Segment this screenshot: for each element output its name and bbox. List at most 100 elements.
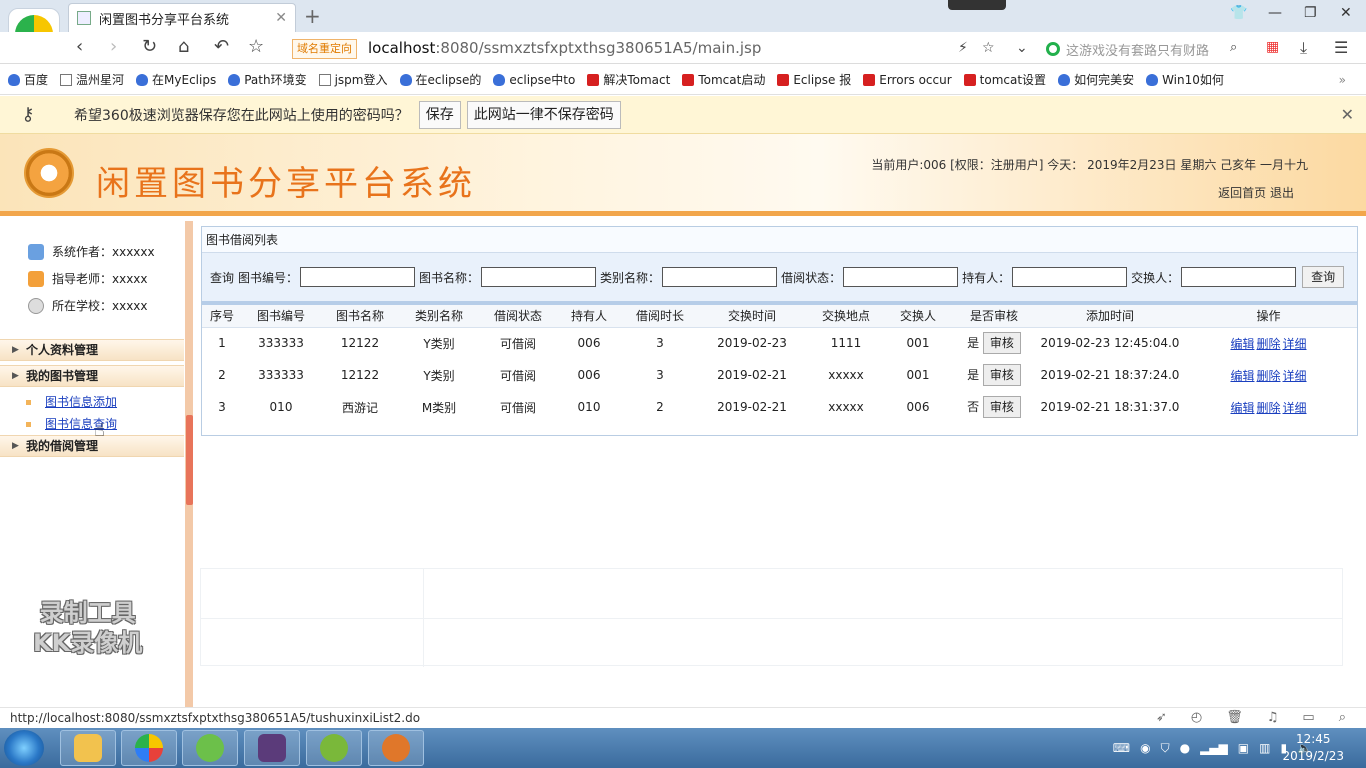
new-tab-icon[interactable]: +: [304, 4, 321, 28]
bookmark-item[interactable]: jspm登入: [318, 71, 388, 88]
start-button[interactable]: [4, 730, 44, 766]
browser-tab[interactable]: 闲置图书分享平台系统 ✕: [68, 3, 296, 32]
network-icon[interactable]: ▥: [1259, 741, 1270, 755]
save-password-button[interactable]: 保存: [418, 100, 461, 129]
rocket-icon[interactable]: ➶: [1156, 708, 1167, 728]
refresh-icon[interactable]: ↻: [142, 36, 157, 57]
download-icon[interactable]: ⤓: [1300, 38, 1307, 58]
bookmark-label: tomcat设置: [979, 73, 1047, 87]
taskbar-clock[interactable]: 12:45 2019/2/23: [1282, 731, 1344, 765]
detail-link[interactable]: 详细: [1283, 369, 1307, 383]
zoom-icon[interactable]: ⌕: [1339, 708, 1346, 728]
app-header: 闲置图书分享平台系统 当前用户:006 [权限：注册用户] 今天： 2019年2…: [0, 134, 1366, 216]
history-icon[interactable]: ◴: [1191, 708, 1202, 728]
back-icon[interactable]: ‹: [76, 36, 83, 57]
url-field[interactable]: localhost:8080/ssmxztsfxptxthsg380651A5/…: [368, 39, 761, 57]
book-name-input[interactable]: [481, 267, 597, 287]
signal-icon[interactable]: ▂▄▆: [1200, 741, 1228, 755]
audit-button[interactable]: 审核: [982, 396, 1021, 418]
home-link[interactable]: 返回首页: [1218, 186, 1266, 200]
lightning-icon[interactable]: ⚡: [958, 40, 968, 56]
sidebar-section-profile[interactable]: ▶ 个人资料管理: [0, 339, 184, 361]
taskbar-app-browser[interactable]: [121, 730, 177, 766]
search-input[interactable]: 这游戏没有套路只有财路: [1046, 38, 1246, 60]
apps-icon[interactable]: ▦: [1266, 39, 1279, 55]
borrow-status-input[interactable]: [843, 267, 959, 287]
link-label: 图书信息添加: [45, 395, 118, 409]
cell-added-time: 2019-02-21 18:37:24.0: [1040, 368, 1180, 382]
bookmark-item[interactable]: Eclipse 报: [777, 71, 851, 88]
undo-icon[interactable]: ↶: [214, 36, 229, 57]
sidebar-section-borrow[interactable]: ▶ 我的借阅管理: [0, 435, 184, 457]
taskbar-app-explorer[interactable]: [60, 730, 116, 766]
forward-icon[interactable]: ›: [110, 36, 117, 57]
redirect-badge[interactable]: 域名重定向: [292, 39, 357, 59]
bookmark-item[interactable]: Win10如何: [1146, 71, 1224, 88]
bookmark-item[interactable]: Errors occur: [863, 73, 952, 87]
teacher-info: 指导老师：xxxxx: [28, 270, 148, 287]
more-bookmarks-icon[interactable]: »: [1339, 73, 1346, 87]
never-save-button[interactable]: 此网站一律不保存密码: [466, 100, 621, 129]
delete-link[interactable]: 删除: [1256, 401, 1280, 415]
dropdown-icon[interactable]: ⌄: [1016, 40, 1028, 56]
edit-link[interactable]: 编辑: [1230, 369, 1254, 383]
home-icon[interactable]: ⌂: [178, 36, 189, 57]
shield-icon[interactable]: ⛉: [1161, 741, 1170, 756]
audit-button[interactable]: 审核: [982, 364, 1021, 386]
bookmark-item[interactable]: tomcat设置: [963, 71, 1047, 88]
close-window-icon[interactable]: ✕: [1340, 5, 1352, 21]
bookmark-item[interactable]: Tomcat启动: [682, 71, 765, 88]
taskbar-app-360[interactable]: [182, 730, 238, 766]
trash-icon[interactable]: 🗑: [1226, 708, 1243, 728]
search-placeholder: 这游戏没有套路只有财路: [1066, 43, 1210, 59]
skin-icon[interactable]: 👕: [1230, 5, 1247, 21]
bookmark-item[interactable]: 如何完美安: [1058, 71, 1134, 88]
bookmark-label: Win10如何: [1162, 73, 1224, 87]
keyboard-icon[interactable]: ⌨: [1113, 741, 1130, 755]
book-id-input[interactable]: [300, 267, 416, 287]
taskbar-app-javaee[interactable]: [244, 730, 300, 766]
taskbar-app-recorder[interactable]: [368, 730, 424, 766]
browser-tabbar: 闲置图书分享平台系统 ✕ + 👕 — ❐ ✕: [0, 0, 1366, 32]
bookmark-item[interactable]: Path环境变: [228, 71, 307, 88]
close-icon[interactable]: ✕: [1341, 105, 1354, 124]
window-icon[interactable]: ▭: [1302, 708, 1314, 728]
delete-link[interactable]: 删除: [1256, 337, 1280, 351]
category-input[interactable]: [662, 267, 778, 287]
bookmark-item[interactable]: 温州星河: [60, 71, 124, 88]
query-button[interactable]: 查询: [1302, 266, 1345, 288]
search-icon[interactable]: ⌕: [1230, 40, 1237, 55]
exchanger-input[interactable]: [1181, 267, 1297, 287]
sidebar-toggle-handle[interactable]: [186, 415, 193, 505]
bookmark-item[interactable]: 解决Tomact: [587, 71, 670, 88]
close-tab-icon[interactable]: ✕: [275, 10, 287, 26]
bookmark-star-icon[interactable]: ☆: [982, 40, 995, 56]
sidebar-section-books[interactable]: ▶ 我的图书管理: [0, 365, 184, 387]
bookmark-item[interactable]: 百度: [8, 71, 48, 88]
cell-book-id: 333333: [258, 336, 304, 351]
logout-link[interactable]: 退出: [1270, 186, 1294, 200]
menu-icon[interactable]: ☰: [1334, 38, 1348, 57]
bookmark-item[interactable]: 在eclipse的: [399, 71, 481, 88]
sidebar-link-book-add[interactable]: 图书信息添加: [26, 393, 117, 410]
detail-link[interactable]: 详细: [1283, 401, 1307, 415]
edit-link[interactable]: 编辑: [1230, 401, 1254, 415]
bookmark-item[interactable]: eclipse中to: [493, 71, 575, 88]
cell-status: 可借阅: [499, 368, 536, 383]
detail-link[interactable]: 详细: [1283, 337, 1307, 351]
audit-button[interactable]: 审核: [982, 332, 1021, 355]
taskbar-app-dreamweaver[interactable]: [306, 730, 362, 766]
security-icon[interactable]: ●: [1180, 741, 1190, 755]
bookmark-item[interactable]: 在MyEclips: [136, 71, 216, 88]
gpu-icon[interactable]: ▣: [1238, 741, 1249, 755]
restore-icon[interactable]: ❐: [1304, 5, 1317, 21]
bookmark-label: eclipse中to: [509, 73, 576, 87]
antivirus-icon[interactable]: ◉: [1140, 741, 1150, 755]
delete-link[interactable]: 删除: [1256, 369, 1280, 383]
edit-link[interactable]: 编辑: [1230, 337, 1254, 351]
minimize-icon[interactable]: —: [1268, 5, 1282, 21]
volume-icon[interactable]: ♫: [1267, 708, 1279, 728]
bookmarks-bar: 百度 温州星河 在MyEclips Path环境变 jspm登入 在eclips…: [0, 65, 1366, 95]
favorite-star-icon[interactable]: ☆: [248, 36, 264, 57]
holder-input[interactable]: [1012, 267, 1128, 287]
